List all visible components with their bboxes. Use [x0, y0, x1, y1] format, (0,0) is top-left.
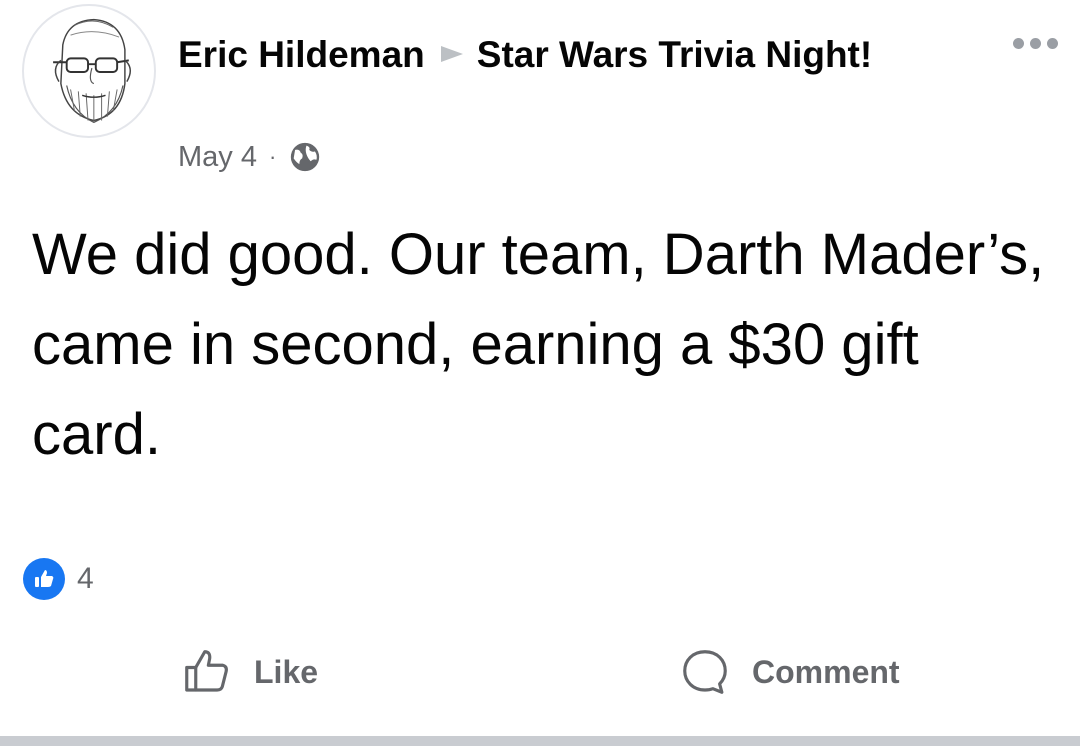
like-outline-icon [185, 650, 228, 692]
post-date[interactable]: May 4 [178, 141, 257, 174]
more-options-button[interactable] [1013, 38, 1058, 49]
action-bar: Like Comment [0, 640, 1080, 704]
avatar-sketch [53, 18, 131, 124]
comment-button[interactable]: Comment [678, 640, 900, 704]
globe-icon [291, 142, 320, 172]
like-label: Like [254, 653, 319, 690]
meta-separator: · [268, 144, 277, 169]
more-horizontal-icon [1013, 38, 1024, 49]
event-name[interactable]: Star Wars Trivia Night! [477, 34, 872, 75]
reactions-summary[interactable]: 4 [23, 558, 94, 600]
comment-bubble-icon [683, 650, 727, 694]
avatar[interactable] [22, 4, 156, 138]
post-body: We did good. Our team, Darth Mader’s, ca… [32, 222, 1045, 467]
post-card: Eric Hildeman Star Wars Trivia Night! May… [0, 0, 1080, 746]
like-button[interactable]: Like [180, 640, 318, 704]
post-header: Eric Hildeman Star Wars Trivia Night! [178, 26, 878, 84]
post-meta: May 4 · [178, 140, 322, 174]
feed-divider [0, 736, 1080, 746]
author-name[interactable]: Eric Hildeman [178, 34, 425, 75]
thumbs-up-icon [23, 558, 65, 600]
arrow-right-icon [440, 46, 463, 63]
comment-label: Comment [752, 653, 900, 690]
reaction-count: 4 [77, 562, 94, 595]
